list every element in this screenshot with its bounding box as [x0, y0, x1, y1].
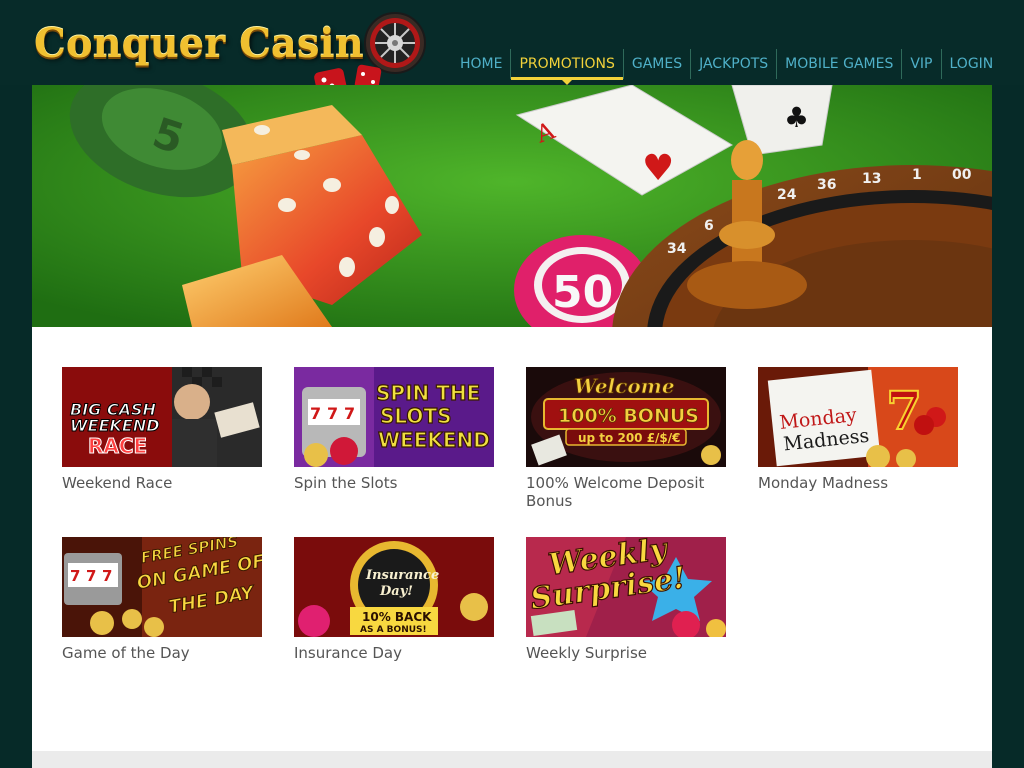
- logo-text: Conquer Casino: [34, 20, 391, 67]
- promo-card[interactable]: 777 SPIN THE SLOTS WEEKEND Spin the Slot…: [294, 367, 494, 492]
- svg-text:7: 7: [886, 381, 922, 442]
- nav-mobile-games[interactable]: MOBILE GAMES: [777, 49, 901, 79]
- promo-image[interactable]: BIG CASH WEEKEND RACE: [62, 367, 262, 467]
- site-header: Conquer Casino HOME PROMOTIONS GAMES JAC…: [0, 0, 1024, 102]
- svg-text:RACE: RACE: [88, 434, 147, 458]
- right-gutter: [992, 85, 1024, 768]
- nav-promotions[interactable]: PROMOTIONS: [511, 49, 624, 85]
- svg-text:Day!: Day!: [379, 584, 413, 599]
- promo-image[interactable]: Monday Madness 7: [758, 367, 958, 467]
- promo-card[interactable]: BIG CASH WEEKEND RACE Weekend Race: [62, 367, 262, 492]
- svg-text:SLOTS: SLOTS: [380, 404, 451, 428]
- svg-text:100% BONUS: 100% BONUS: [558, 405, 699, 427]
- promo-title[interactable]: Weekly Surprise: [526, 644, 726, 662]
- promo-card[interactable]: 777 FREE SPINS ON GAME OF THE DAY Game o…: [62, 537, 262, 662]
- promo-card[interactable]: Weekly Surprise! Weekly Surprise: [526, 537, 726, 662]
- svg-text:SPIN THE: SPIN THE: [376, 381, 480, 405]
- promo-image[interactable]: Welcome 100% BONUS up to 200 £/$/€: [526, 367, 726, 467]
- svg-text:10% BACK: 10% BACK: [362, 610, 432, 624]
- svg-text:7: 7: [344, 404, 355, 423]
- svg-text:♣: ♣: [784, 101, 809, 134]
- svg-text:WEEKEND: WEEKEND: [70, 416, 160, 435]
- svg-text:36: 36: [817, 177, 836, 193]
- svg-text:♥: ♥: [642, 148, 674, 189]
- svg-text:Welcome: Welcome: [574, 374, 675, 398]
- promo-title[interactable]: 100% Welcome Deposit Bonus: [526, 474, 726, 510]
- promo-card[interactable]: Welcome 100% BONUS up to 200 £/$/€ 100% …: [526, 367, 726, 510]
- svg-text:AS A BONUS!: AS A BONUS!: [360, 625, 427, 635]
- svg-text:24: 24: [777, 187, 797, 203]
- promotions-grid: BIG CASH WEEKEND RACE Weekend Race 777 S…: [32, 327, 992, 723]
- svg-text:7: 7: [70, 567, 80, 585]
- hero-banner: 5 50 A ♥ ♣ 34 6 24 36 13 1 00: [32, 85, 992, 327]
- nav-vip[interactable]: VIP: [902, 49, 940, 79]
- svg-text:1: 1: [912, 167, 922, 183]
- nav-login[interactable]: LOGIN: [942, 49, 1002, 79]
- nav-games[interactable]: GAMES: [624, 49, 690, 79]
- main-nav: HOME PROMOTIONS GAMES JACKPOTS MOBILE GA…: [452, 49, 1002, 85]
- promo-image[interactable]: Weekly Surprise!: [526, 537, 726, 637]
- promo-title[interactable]: Weekend Race: [62, 474, 262, 492]
- svg-text:34: 34: [667, 241, 687, 257]
- promo-title[interactable]: Spin the Slots: [294, 474, 494, 492]
- promo-image[interactable]: 777 SPIN THE SLOTS WEEKEND: [294, 367, 494, 467]
- svg-text:up to 200 £/$/€: up to 200 £/$/€: [578, 431, 681, 445]
- svg-text:Insurance: Insurance: [365, 568, 439, 583]
- svg-text:13: 13: [862, 171, 881, 187]
- footer-bar: [32, 751, 992, 768]
- svg-text:7: 7: [310, 404, 321, 423]
- promo-title[interactable]: Game of the Day: [62, 644, 262, 662]
- casino-banner-image: 5 50 A ♥ ♣ 34 6 24 36 13 1 00: [32, 85, 992, 327]
- nav-jackpots[interactable]: JACKPOTS: [691, 49, 776, 79]
- promo-title[interactable]: Monday Madness: [758, 474, 958, 492]
- svg-text:00: 00: [952, 167, 972, 183]
- promo-image[interactable]: Insurance Day! 10% BACK AS A BONUS!: [294, 537, 494, 637]
- promo-card[interactable]: Monday Madness 7 Monday Madness: [758, 367, 958, 492]
- nav-home[interactable]: HOME: [452, 49, 510, 79]
- svg-text:50: 50: [552, 267, 613, 318]
- svg-text:6: 6: [704, 218, 714, 234]
- svg-text:7: 7: [102, 567, 112, 585]
- svg-text:7: 7: [86, 567, 96, 585]
- promo-card[interactable]: Insurance Day! 10% BACK AS A BONUS! Insu…: [294, 537, 494, 662]
- content-bottom-padding: [32, 723, 992, 751]
- svg-text:7: 7: [327, 404, 338, 423]
- promo-image[interactable]: 777 FREE SPINS ON GAME OF THE DAY: [62, 537, 262, 637]
- site-logo[interactable]: Conquer Casino: [34, 12, 426, 102]
- svg-text:WEEKEND: WEEKEND: [378, 428, 490, 452]
- promo-title[interactable]: Insurance Day: [294, 644, 494, 662]
